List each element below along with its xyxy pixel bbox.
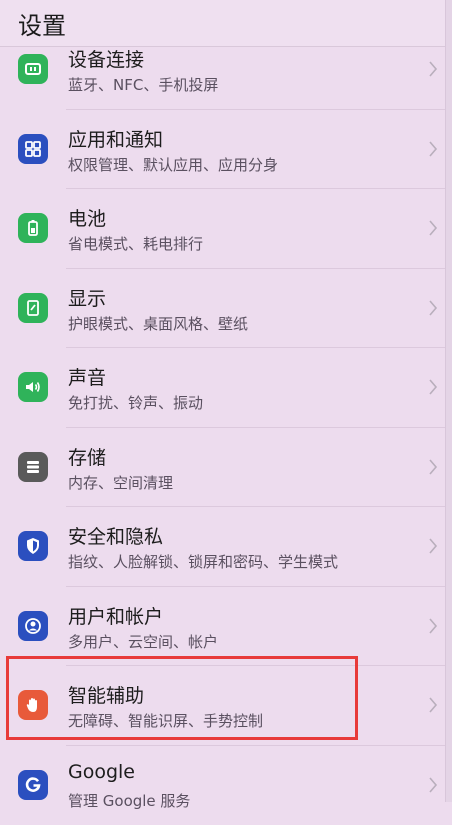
settings-item-storage[interactable]: 存储 内存、空间清理 [0, 428, 452, 508]
settings-item-title: 显示 [68, 284, 106, 311]
chevron-right-icon [428, 60, 438, 78]
settings-item-subtitle: 省电模式、耗电排行 [68, 233, 203, 254]
settings-item-subtitle: 护眼模式、桌面风格、壁纸 [68, 313, 248, 334]
chevron-right-icon [428, 696, 438, 714]
storage-icon [18, 452, 48, 482]
chevron-right-icon [428, 458, 438, 476]
user-account-icon [18, 611, 48, 641]
settings-item-display[interactable]: 显示 护眼模式、桌面风格、壁纸 [0, 269, 452, 349]
settings-item-subtitle: 内存、空间清理 [68, 472, 173, 493]
display-icon [18, 293, 48, 323]
chevron-right-icon [428, 537, 438, 555]
settings-item-subtitle: 权限管理、默认应用、应用分身 [68, 154, 278, 175]
app-header: 设置 [0, 0, 452, 47]
settings-item-title: 设备连接 [68, 45, 144, 72]
settings-item-subtitle: 指纹、人脸解锁、锁屏和密码、学生模式 [68, 551, 338, 572]
settings-item-apps-notifications[interactable]: 应用和通知 权限管理、默认应用、应用分身 [0, 110, 452, 190]
highlight-box [6, 656, 358, 740]
settings-item-title: 电池 [68, 204, 106, 231]
scrollbar-edge [445, 0, 452, 802]
settings-item-subtitle: 蓝牙、NFC、手机投屏 [68, 74, 218, 95]
chevron-right-icon [428, 378, 438, 396]
chevron-right-icon [428, 776, 438, 794]
settings-item-sound[interactable]: 声音 免打扰、铃声、振动 [0, 348, 452, 428]
battery-icon [18, 213, 48, 243]
google-icon [18, 770, 48, 800]
settings-item-google[interactable]: Google 管理 Google 服务 [0, 746, 452, 825]
settings-item-users-accounts[interactable]: 用户和帐户 多用户、云空间、帐户 [0, 587, 452, 667]
settings-item-title: 安全和隐私 [68, 522, 163, 549]
settings-item-battery[interactable]: 电池 省电模式、耗电排行 [0, 189, 452, 269]
chevron-right-icon [428, 617, 438, 635]
chevron-right-icon [428, 219, 438, 237]
settings-item-title: 声音 [68, 363, 106, 390]
apps-grid-icon [18, 134, 48, 164]
settings-item-title: 存储 [68, 443, 106, 470]
settings-item-title: Google [68, 761, 135, 783]
device-connection-icon [18, 54, 48, 84]
settings-item-subtitle: 免打扰、铃声、振动 [68, 392, 203, 413]
chevron-right-icon [428, 299, 438, 317]
speaker-icon [18, 372, 48, 402]
settings-item-security-privacy[interactable]: 安全和隐私 指纹、人脸解锁、锁屏和密码、学生模式 [0, 507, 452, 587]
page-title: 设置 [18, 6, 66, 41]
settings-item-title: 应用和通知 [68, 125, 163, 152]
settings-item-title: 用户和帐户 [68, 602, 163, 629]
settings-item-subtitle: 多用户、云空间、帐户 [68, 631, 218, 652]
chevron-right-icon [428, 140, 438, 158]
settings-item-subtitle: 管理 Google 服务 [68, 790, 190, 811]
shield-icon [18, 531, 48, 561]
